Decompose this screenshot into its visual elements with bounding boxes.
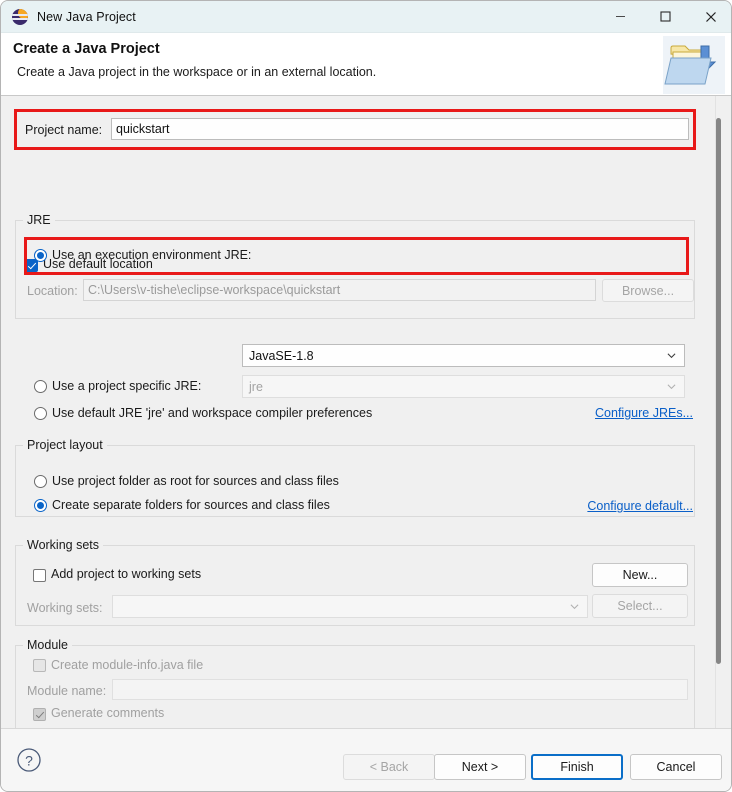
new-working-set-button[interactable]: New... xyxy=(592,563,688,587)
use-project-specific-jre-radio[interactable] xyxy=(34,380,47,393)
project-folder-as-root-radio[interactable] xyxy=(34,475,47,488)
module-name-input xyxy=(112,679,688,700)
window-controls xyxy=(598,1,731,33)
cancel-button[interactable]: Cancel xyxy=(630,754,722,780)
configure-jres-link[interactable]: Configure JREs... xyxy=(595,406,693,420)
vertical-scrollbar[interactable] xyxy=(715,96,729,730)
working-sets-combo xyxy=(112,595,588,618)
use-execution-environment-label: Use an execution environment JRE: xyxy=(52,248,252,262)
create-module-info-label: Create module-info.java file xyxy=(51,658,204,672)
use-default-jre-label: Use default JRE 'jre' and workspace comp… xyxy=(52,406,373,420)
page-subtitle: Create a Java project in the workspace o… xyxy=(17,65,377,79)
minimize-button[interactable] xyxy=(598,1,643,33)
use-execution-environment-radio[interactable] xyxy=(34,249,47,262)
select-working-sets-button[interactable]: Select... xyxy=(592,594,688,618)
project-folder-as-root-label: Use project folder as root for sources a… xyxy=(52,474,339,488)
title-bar: New Java Project xyxy=(1,1,731,33)
jre-group-title: JRE xyxy=(23,213,55,227)
use-project-specific-jre-label: Use a project specific JRE: xyxy=(52,379,202,393)
project-specific-jre-value: jre xyxy=(249,379,263,394)
configure-default-link[interactable]: Configure default... xyxy=(587,499,693,513)
working-sets-label: Working sets: xyxy=(27,601,103,615)
wizard-body: Project name: Use default location Locat… xyxy=(1,96,731,791)
svg-text:?: ? xyxy=(25,753,33,769)
new-java-project-dialog: New Java Project Create a Java Project C… xyxy=(0,0,732,792)
new-java-project-folder-icon xyxy=(663,36,725,94)
window-title: New Java Project xyxy=(37,9,136,24)
next-button[interactable]: Next > xyxy=(434,754,526,780)
separate-folders-radio[interactable] xyxy=(34,499,47,512)
close-button[interactable] xyxy=(688,1,731,33)
generate-comments-label: Generate comments xyxy=(51,706,165,720)
module-group-title: Module xyxy=(23,638,72,652)
chevron-down-icon xyxy=(570,603,579,609)
use-default-jre-radio[interactable] xyxy=(34,407,47,420)
execution-environment-value: JavaSE-1.8 xyxy=(249,348,314,363)
execution-environment-combo[interactable]: JavaSE-1.8 xyxy=(242,344,685,367)
add-project-to-working-sets-checkbox[interactable] xyxy=(33,569,46,582)
chevron-down-icon xyxy=(667,383,676,389)
wizard-header: Create a Java Project Create a Java proj… xyxy=(1,33,731,96)
page-title: Create a Java Project xyxy=(13,41,160,57)
create-module-info-checkbox[interactable] xyxy=(33,659,46,672)
separate-folders-label: Create separate folders for sources and … xyxy=(52,498,330,512)
maximize-button[interactable] xyxy=(643,1,688,33)
help-button[interactable]: ? xyxy=(16,747,42,773)
finish-button[interactable]: Finish xyxy=(531,754,623,780)
scrollbar-thumb[interactable] xyxy=(716,118,721,664)
module-name-label: Module name: xyxy=(27,684,107,698)
eclipse-logo-icon xyxy=(12,8,28,25)
form-content: Project name: Use default location Locat… xyxy=(1,96,711,791)
project-name-label: Project name: xyxy=(25,123,103,137)
project-layout-group-title: Project layout xyxy=(23,438,107,452)
add-project-to-working-sets-label: Add project to working sets xyxy=(51,567,202,581)
project-name-input[interactable] xyxy=(111,118,689,140)
working-sets-group-title: Working sets xyxy=(23,538,104,552)
project-specific-jre-combo: jre xyxy=(242,375,685,398)
back-button[interactable]: < Back xyxy=(343,754,435,780)
chevron-down-icon xyxy=(667,352,676,358)
generate-comments-checkbox[interactable] xyxy=(33,708,46,721)
